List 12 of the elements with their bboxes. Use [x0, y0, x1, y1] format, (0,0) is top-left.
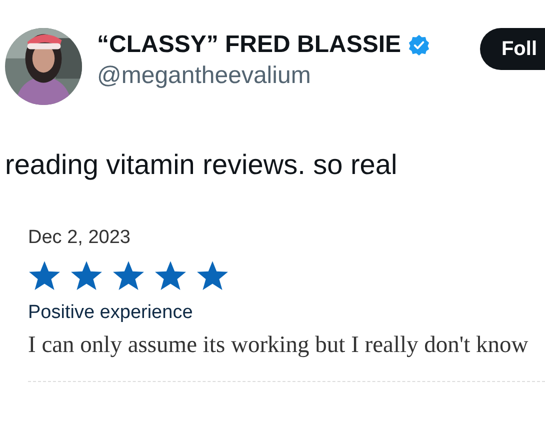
- star-icon: [154, 259, 187, 292]
- star-icon: [196, 259, 229, 292]
- follow-button[interactable]: Foll: [480, 28, 545, 70]
- tweet-text: reading vitamin reviews. so real: [5, 149, 398, 181]
- review-date: Dec 2, 2023: [28, 227, 130, 249]
- review-title: Positive experience: [28, 302, 193, 324]
- star-icon: [112, 259, 145, 292]
- star-icon: [70, 259, 103, 292]
- user-handle: @megantheevalium: [97, 62, 312, 90]
- star-icon: [28, 259, 61, 292]
- review-text: I can only assume its working but I really don't know: [28, 332, 528, 359]
- display-name: “CLASSY” FRED BLASSIE: [97, 31, 402, 59]
